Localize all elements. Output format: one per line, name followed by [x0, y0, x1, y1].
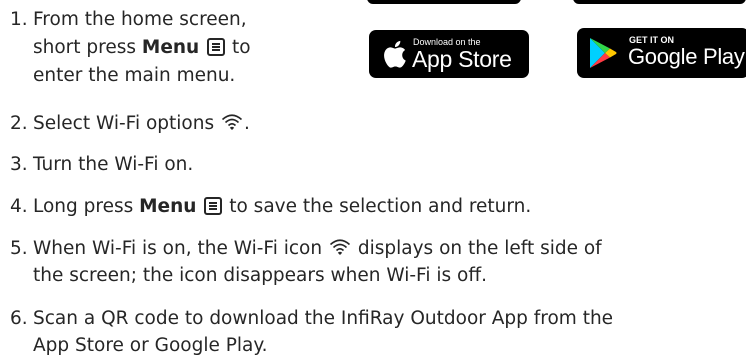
step-text: short press [33, 37, 142, 58]
google-play-big-text: Google Play [628, 44, 745, 69]
step-text: When Wi-Fi is on, the Wi-Fi icon [33, 238, 328, 259]
badge-fragment-left [367, 0, 521, 4]
step-text: displays on the left side of [351, 238, 602, 259]
step-number: 6. [10, 308, 28, 329]
step-text: the screen; the icon disappears when Wi-… [33, 265, 487, 286]
app-store-badge[interactable]: Download on the App Store [369, 30, 529, 78]
app-store-big-text: App Store [412, 46, 512, 72]
step-text: Select Wi-Fi options [33, 113, 220, 134]
google-play-badge[interactable]: GET IT ON Google Play [577, 28, 746, 78]
step-text: enter the main menu. [33, 65, 236, 86]
menu-label: Menu [141, 37, 200, 58]
step-number: 2. [10, 113, 28, 134]
google-play-icon [590, 38, 617, 68]
step-text: Turn the Wi-Fi on. [33, 154, 194, 175]
step-text: to save the selection and return. [223, 196, 532, 217]
step-number: 3. [10, 154, 28, 175]
menu-label: Menu [139, 196, 197, 217]
menu-icon [204, 197, 223, 215]
step-number: 5. [10, 238, 28, 259]
step-text: to [226, 37, 251, 58]
step-text: App Store or Google Play. [33, 335, 268, 356]
apple-icon [384, 40, 406, 68]
step-text: Scan a QR code to download the InfiRay O… [33, 308, 614, 329]
wifi-icon [221, 114, 243, 130]
menu-icon [207, 38, 226, 56]
step-number: 1. [10, 9, 28, 30]
badge-fragment-right [573, 0, 746, 4]
step-text: Long press [33, 196, 140, 217]
step-text: . [244, 113, 250, 134]
wifi-icon [329, 239, 351, 255]
step-text: From the home screen, [33, 9, 247, 30]
step-number: 4. [10, 196, 28, 217]
